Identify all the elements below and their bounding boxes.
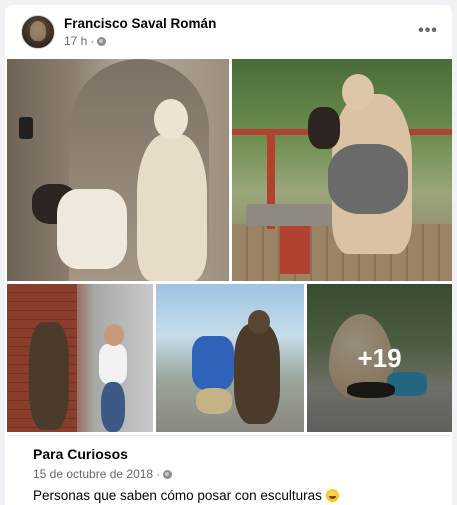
photo-grid: +19 (5, 59, 452, 439)
author-name[interactable]: Francisco Saval Román (64, 16, 216, 31)
more-photos-overlay[interactable]: +19 (307, 284, 452, 432)
woman-head (104, 324, 124, 346)
bronze-cyclist (234, 324, 280, 424)
photo-1[interactable] (7, 59, 229, 281)
photo-2[interactable] (232, 59, 452, 281)
more-options-button[interactable]: ••• (414, 19, 442, 43)
smiling-face-emoji-icon (325, 489, 339, 502)
link-preview[interactable]: Para Curiosos 15 de octubre de 2018 · Pe… (7, 435, 450, 505)
link-date[interactable]: 15 de octubre de 2018 (33, 467, 153, 481)
globe-icon (97, 36, 107, 46)
link-meta-separator: · (156, 467, 161, 481)
woman-dress (328, 144, 408, 214)
post-meta: 17 h · (64, 34, 107, 48)
link-description-text: Personas que saben cómo posar con escult… (33, 488, 322, 503)
avatar[interactable] (21, 15, 55, 49)
statue-head (154, 99, 188, 139)
link-source[interactable]: Para Curiosos (33, 446, 128, 462)
wall-lamp (19, 117, 33, 139)
bronze-statue (29, 322, 69, 430)
statue-man-head (342, 74, 374, 110)
person-coat (57, 189, 127, 269)
woman-hair (308, 107, 340, 149)
man-shorts (196, 388, 232, 414)
photo-4[interactable] (156, 284, 304, 432)
post-header: Francisco Saval Román 17 h · ••• (5, 5, 452, 57)
statue-body (137, 134, 207, 281)
post-card: Francisco Saval Román 17 h · ••• +19 Par… (5, 5, 452, 505)
photo-3[interactable] (7, 284, 153, 432)
woman-shirt (99, 344, 127, 384)
meta-separator: · (90, 34, 95, 48)
bronze-head (248, 310, 270, 334)
globe-icon (163, 469, 173, 479)
red-rail-post-2 (280, 224, 310, 274)
woman-jeans (101, 382, 125, 432)
link-meta: 15 de octubre de 2018 · (33, 467, 173, 481)
more-photos-count: +19 (357, 342, 402, 373)
superman-shirt (192, 336, 234, 390)
link-description: Personas que saben cómo posar con escult… (33, 488, 339, 503)
post-time[interactable]: 17 h (64, 34, 87, 48)
photo-5[interactable]: +19 (307, 284, 452, 432)
